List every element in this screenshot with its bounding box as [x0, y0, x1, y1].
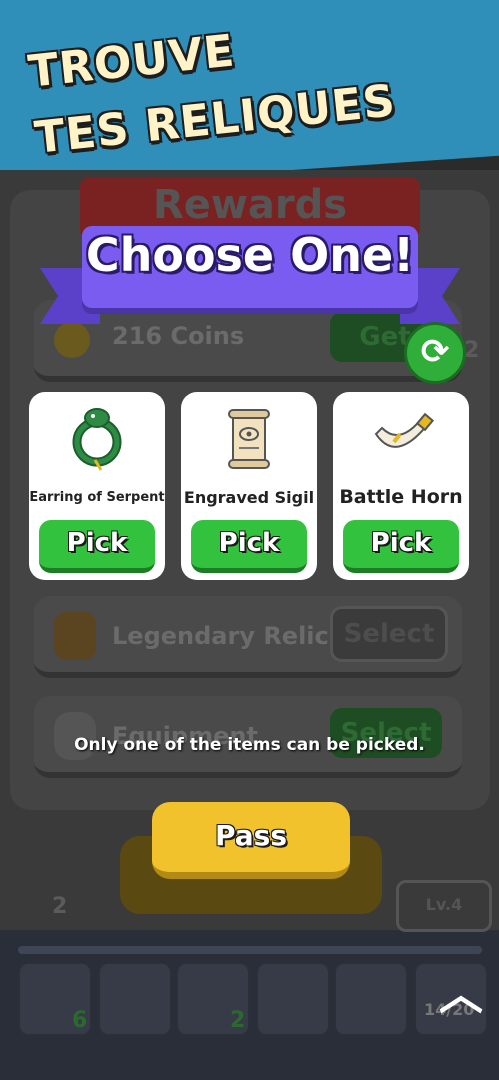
- legendary-relic-label: Legendary Relic: [112, 622, 329, 650]
- skill-slot-1-count: 6: [72, 1008, 88, 1033]
- card-3-name: Battle Horn: [339, 486, 463, 508]
- card-2-name: Engraved Sigil: [183, 488, 315, 507]
- coin-icon: [54, 322, 90, 358]
- attack-stat: 2: [52, 894, 68, 919]
- reward-card-3[interactable]: Battle Horn Pick: [333, 392, 469, 580]
- progress-bar: [18, 946, 482, 954]
- refresh-button[interactable]: ⟳: [404, 322, 466, 384]
- coins-count: 2: [464, 338, 480, 363]
- skill-slot-5: [334, 962, 408, 1036]
- pick-button-3[interactable]: Pick: [343, 520, 459, 573]
- hint-text: Only one of the items can be picked.: [74, 735, 425, 755]
- dialog-title: Choose One!: [85, 228, 415, 282]
- chevron-up-icon[interactable]: ︿: [436, 970, 486, 1020]
- battle-horn-icon: [333, 404, 469, 478]
- reward-card-1[interactable]: Earring of Serpent Pick: [29, 392, 165, 580]
- card-1-name: Earring of Serpent: [29, 490, 165, 505]
- pick-button-2[interactable]: Pick: [191, 520, 307, 573]
- refresh-icon: ⟳: [420, 332, 450, 372]
- pass-button[interactable]: Pass: [152, 802, 350, 879]
- serpent-earring-icon: [29, 404, 165, 478]
- vase-icon: [54, 612, 96, 660]
- scroll-sigil-icon: [181, 404, 317, 478]
- level-badge: Lv.4: [396, 880, 492, 932]
- pick-button-1[interactable]: Pick: [39, 520, 155, 573]
- skill-slot-3-count: 2: [230, 1008, 246, 1033]
- skill-slot-2: [98, 962, 172, 1036]
- skill-slot-4: [256, 962, 330, 1036]
- legendary-relic-select-button: Select: [330, 606, 448, 662]
- reward-card-2[interactable]: Engraved Sigil Pick: [181, 392, 317, 580]
- coins-label: 216 Coins: [112, 322, 245, 350]
